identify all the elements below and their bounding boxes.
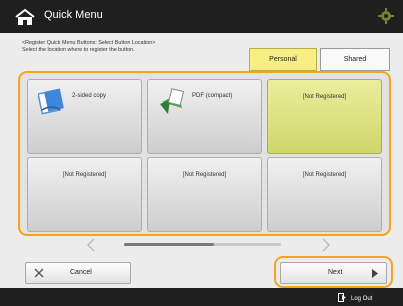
title-bar: Quick Menu [0, 0, 403, 33]
logout-button[interactable]: Log Out [338, 293, 372, 304]
scrollbar[interactable] [124, 243, 281, 246]
tile-label: 2-sided copy [72, 93, 107, 99]
home-menu-icon [13, 7, 37, 32]
logout-icon [338, 293, 347, 304]
tile-not-registered[interactable]: [Not Registered] [27, 157, 142, 232]
next-label: Next [328, 269, 343, 276]
copy-icon [37, 86, 66, 118]
button-location-grid: 2-sided copy PDF (compact) [Not Register… [18, 71, 391, 236]
page-title: Quick Menu [44, 9, 103, 21]
tile-label: PDF (compact) [192, 93, 233, 99]
tab-personal[interactable]: Personal [249, 48, 317, 71]
tile-label: [Not Registered] [302, 94, 347, 100]
instructions: <Register Quick Menu Buttons: Select But… [22, 40, 252, 54]
tile-label: [Not Registered] [182, 172, 227, 178]
close-icon [34, 268, 44, 280]
triangle-right-icon [371, 269, 379, 280]
tile-pdf-compact[interactable]: PDF (compact) [147, 79, 262, 154]
instructions-line2: Select the location where to register th… [22, 47, 135, 53]
action-bar: Cancel Next [0, 254, 403, 288]
tile-label: [Not Registered] [62, 172, 107, 178]
logout-label: Log Out [351, 295, 373, 302]
instructions-line1: <Register Quick Menu Buttons: Select But… [22, 40, 156, 46]
settings-gear-icon[interactable] [378, 8, 394, 29]
tile-label: [Not Registered] [302, 172, 347, 178]
tile-not-registered[interactable]: [Not Registered] [147, 157, 262, 232]
tile-not-registered-selected[interactable]: [Not Registered] [267, 79, 382, 154]
scrollbar-thumb[interactable] [124, 243, 214, 246]
tab-shared[interactable]: Shared [320, 48, 390, 71]
next-button[interactable]: Next [280, 262, 387, 284]
cancel-label: Cancel [70, 269, 92, 276]
footer-bar: Log Out [0, 288, 403, 306]
cancel-button[interactable]: Cancel [25, 262, 131, 284]
scan-send-icon [158, 86, 186, 118]
tile-2-sided-copy[interactable]: 2-sided copy [27, 79, 142, 154]
tile-not-registered[interactable]: [Not Registered] [267, 157, 382, 232]
